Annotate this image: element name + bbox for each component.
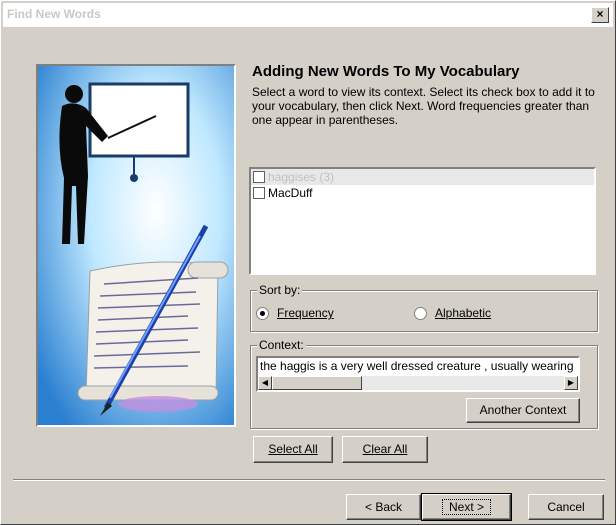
next-button[interactable]: Next > xyxy=(421,493,512,521)
radio-dot xyxy=(256,306,269,320)
list-item-haggises[interactable]: haggises (3) xyxy=(251,169,594,185)
radio-label: Alphabetic xyxy=(435,306,492,320)
wizard-heading: Adding New Words To My Vocabulary xyxy=(252,63,520,80)
teacher-quill-illustration xyxy=(38,66,234,425)
context-text: the haggis is a very well dressed creatu… xyxy=(260,359,574,373)
wizard-description: Select a word to view its context. Selec… xyxy=(252,85,595,127)
radio-dot xyxy=(414,306,427,320)
word-checkbox[interactable] xyxy=(253,171,265,183)
scroll-thumb[interactable] xyxy=(272,376,362,390)
sort-alphabetic-radio[interactable]: Alphabetic xyxy=(414,306,491,320)
context-field[interactable]: the haggis is a very well dressed creatu… xyxy=(256,356,580,392)
back-button[interactable]: < Back xyxy=(346,494,421,520)
wizard-illustration xyxy=(36,64,236,427)
horizontal-scrollbar[interactable]: ◀ ▶ xyxy=(258,376,578,390)
close-button[interactable]: × xyxy=(591,7,609,23)
clear-all-label: Clear All xyxy=(362,442,408,456)
next-label: Next > xyxy=(441,499,491,515)
scroll-left-icon[interactable]: ◀ xyxy=(258,376,272,390)
new-words-list[interactable]: haggises (3) MacDuff xyxy=(249,167,596,275)
word-label: haggises (3) xyxy=(268,170,335,184)
scroll-right-icon[interactable]: ▶ xyxy=(564,376,578,390)
find-new-words-dialog: Find New Words × Adding New Words To My … xyxy=(0,0,616,525)
context-legend: Context: xyxy=(257,338,306,352)
sort-frequency-radio[interactable]: Frequency xyxy=(256,306,334,320)
word-checkbox[interactable] xyxy=(253,187,265,199)
radio-label: Frequency xyxy=(277,306,334,320)
word-label: MacDuff xyxy=(268,186,313,200)
select-all-button[interactable]: Select All xyxy=(253,436,333,463)
select-all-label: Select All xyxy=(268,442,318,456)
window-title: Find New Words xyxy=(7,7,101,21)
another-context-button[interactable]: Another Context xyxy=(466,398,580,423)
footer-separator xyxy=(13,479,605,481)
sort-by-legend: Sort by: xyxy=(257,283,303,297)
cancel-button[interactable]: Cancel xyxy=(528,494,604,520)
list-item-macduff[interactable]: MacDuff xyxy=(251,185,594,201)
title-bar: Find New Words × xyxy=(3,3,613,27)
clear-all-button[interactable]: Clear All xyxy=(342,436,428,463)
